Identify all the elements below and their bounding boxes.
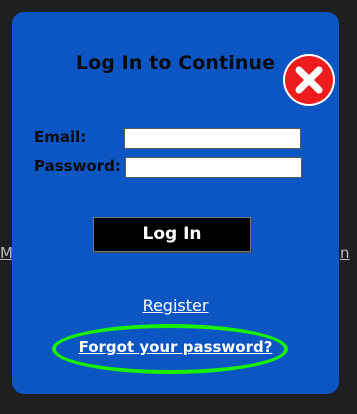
background-link-fragment: M (0, 244, 12, 262)
password-label: Password: (34, 157, 121, 175)
password-field[interactable] (125, 157, 302, 178)
login-button[interactable]: Log In (93, 217, 251, 252)
email-label: Email: (34, 128, 87, 146)
close-button[interactable] (283, 54, 335, 106)
login-modal: Log In to Continue Email: Password: Log … (12, 12, 339, 394)
register-link[interactable]: Register (12, 296, 339, 315)
forgot-password-link[interactable]: Forgot your password? (12, 338, 339, 356)
email-field[interactable] (124, 128, 301, 149)
page: M n Log In to Continue Email: Password: … (0, 0, 357, 414)
background-link-fragment: n (340, 244, 350, 262)
close-icon (285, 56, 333, 104)
